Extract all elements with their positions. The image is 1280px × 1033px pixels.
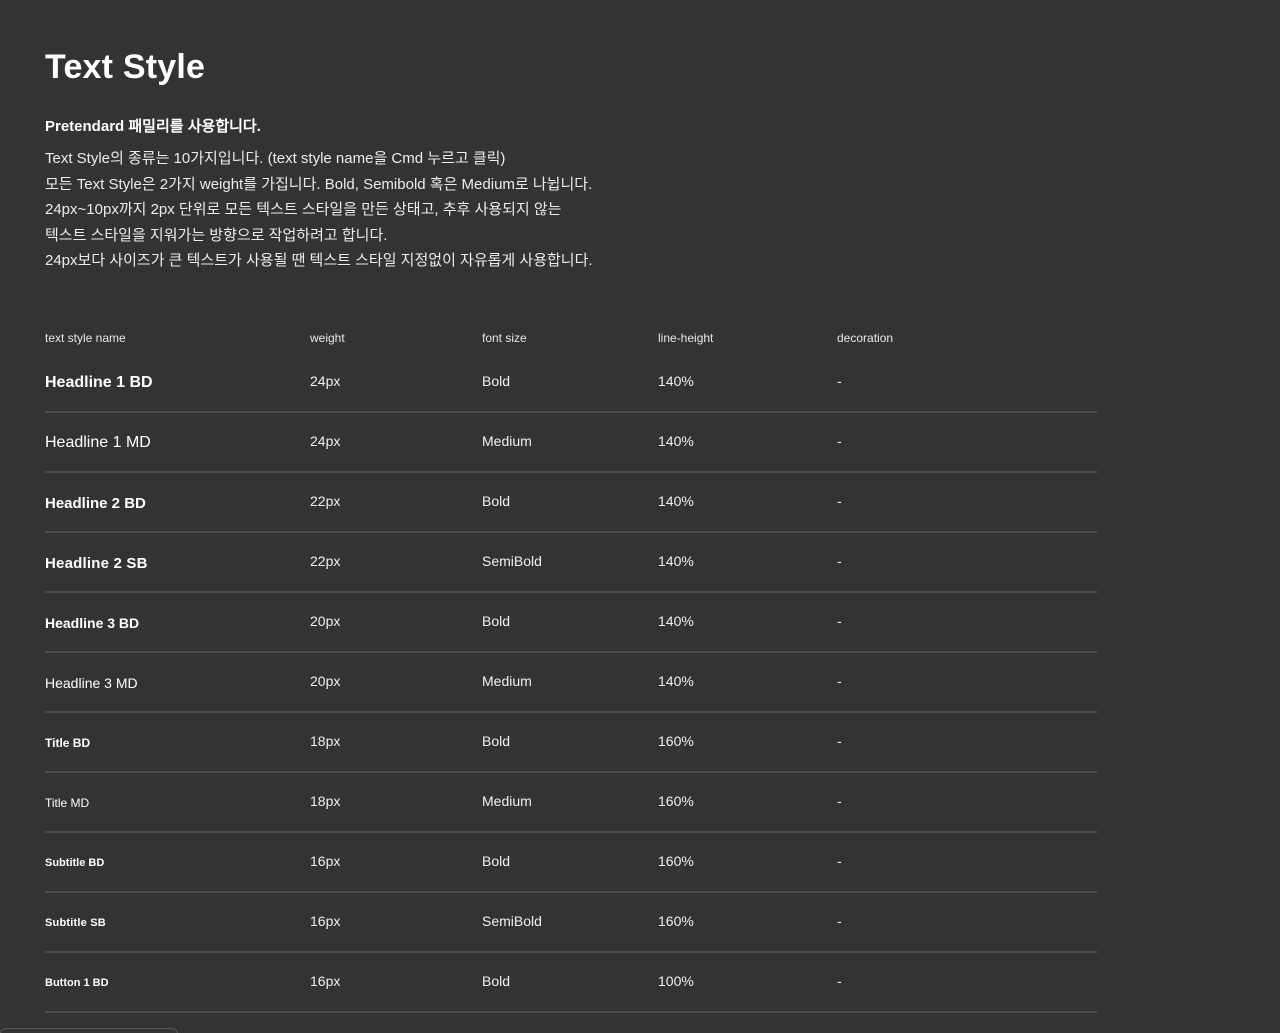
style-name-link[interactable]: Headline 1 MD [45, 434, 151, 452]
decoration-value: - [837, 793, 842, 809]
table-row: Headline 3 BD 20px Bold 140% - [45, 593, 1097, 653]
font-size-value: Bold [482, 973, 511, 989]
weight-value: 18px [310, 733, 341, 749]
style-name-link[interactable]: Headline 1 BD [45, 374, 153, 392]
table-row: Headline 2 BD 22px Bold 140% - [45, 473, 1097, 533]
line-height-value: 160% [658, 913, 694, 929]
decoration-value: - [837, 553, 842, 569]
table-row: Subtitle SB 16px SemiBold 160% - [45, 893, 1097, 953]
font-size-value: SemiBold [482, 913, 542, 929]
font-size-value: Bold [482, 613, 511, 629]
decoration-value: - [837, 913, 842, 929]
table-row: Headline 1 BD 24px Bold 140% - [45, 353, 1097, 413]
decoration-value: - [837, 733, 842, 749]
weight-value: 16px [310, 973, 341, 989]
header-weight: weight [310, 331, 345, 345]
weight-value: 16px [310, 853, 341, 869]
font-size-value: Bold [482, 853, 511, 869]
decoration-value: - [837, 373, 842, 389]
line-height-value: 140% [658, 673, 694, 689]
decoration-value: - [837, 433, 842, 449]
line-height-value: 140% [658, 613, 694, 629]
font-size-value: SemiBold [482, 553, 542, 569]
decoration-value: - [837, 613, 842, 629]
style-name-link[interactable]: Subtitle BD [45, 857, 104, 869]
style-name-link[interactable]: Button 1 BD [45, 977, 109, 989]
weight-value: 16px [310, 913, 341, 929]
table-row: Subtitle BD 16px Bold 160% - [45, 833, 1097, 893]
header-decoration: decoration [837, 331, 894, 345]
decoration-value: - [837, 853, 842, 869]
weight-value: 24px [310, 373, 341, 389]
weight-value: 20px [310, 613, 341, 629]
line-height-value: 140% [658, 373, 694, 389]
table-row: Title BD 18px Bold 160% - [45, 713, 1097, 773]
table-header: text style name weight font size line-he… [45, 331, 1097, 351]
table-row: Headline 2 SB 22px SemiBold 140% - [45, 533, 1097, 593]
description-line: 텍스트 스타일을 지워가는 방향으로 작업하려고 합니다. [45, 226, 388, 244]
description-line: Text Style의 종류는 10가지입니다. (text style nam… [45, 150, 506, 167]
header-font-size: font size [482, 331, 527, 345]
font-size-value: Medium [482, 433, 532, 449]
header-text-style-name: text style name [45, 331, 126, 345]
font-size-value: Medium [482, 673, 532, 689]
line-height-value: 160% [658, 793, 694, 809]
description-line: 모든 Text Style은 2가지 weight를 가집니다. Bold, S… [45, 175, 593, 193]
description-line: 24px~10px까지 2px 단위로 모든 텍스트 스타일을 만든 상태고, … [45, 201, 562, 219]
weight-value: 22px [310, 493, 341, 509]
font-size-value: Bold [482, 493, 511, 509]
line-height-value: 140% [658, 493, 694, 509]
line-height-value: 140% [658, 433, 694, 449]
weight-value: 24px [310, 433, 341, 449]
decoration-value: - [837, 493, 842, 509]
page-subtitle: Pretendard 패밀리를 사용합니다. [45, 118, 261, 135]
style-name-link[interactable]: Headline 2 BD [45, 495, 146, 512]
weight-value: 22px [310, 553, 341, 569]
decoration-value: - [837, 673, 842, 689]
table-row: Title MD 18px Medium 160% - [45, 773, 1097, 833]
table-row: Button 1 BD 16px Bold 100% - [45, 953, 1097, 1013]
text-style-table: Headline 1 BD 24px Bold 140% - Headline 1 MD 2… [45, 353, 1097, 1033]
line-height-value: 140% [658, 553, 694, 569]
table-row: Headline 3 MD 20px Medium 140% - [45, 653, 1097, 713]
description-list: Text Style의 종류는 10가지입니다. (text style nam… [45, 146, 593, 274]
style-name-link[interactable]: Title BD [45, 736, 90, 750]
style-name-link[interactable]: Subtitle SB [45, 917, 106, 929]
style-name-link[interactable]: Headline 3 BD [45, 615, 139, 631]
weight-value: 20px [310, 673, 341, 689]
font-size-value: Bold [482, 733, 511, 749]
description-line: 24px보다 사이즈가 큰 텍스트가 사용될 땐 텍스트 스타일 지정없이 자유… [45, 252, 593, 270]
style-name-link[interactable]: Headline 3 MD [45, 675, 138, 691]
bottom-tab-handle[interactable] [0, 1028, 178, 1033]
weight-value: 18px [310, 793, 341, 809]
table-row: Headline 1 MD 24px Medium 140% - [45, 413, 1097, 473]
line-height-value: 160% [658, 733, 694, 749]
line-height-value: 100% [658, 973, 694, 989]
header-line-height: line-height [658, 331, 714, 345]
page-title: Text Style [45, 48, 206, 86]
style-name-link[interactable]: Title MD [45, 796, 89, 810]
line-height-value: 160% [658, 853, 694, 869]
table-row: Button 1 MD16pxMedium100% [45, 1013, 1097, 1033]
font-size-value: Medium [482, 793, 532, 809]
decoration-value: - [837, 973, 842, 989]
style-name-link[interactable]: Headline 2 SB [45, 555, 148, 572]
font-size-value: Bold [482, 373, 511, 389]
